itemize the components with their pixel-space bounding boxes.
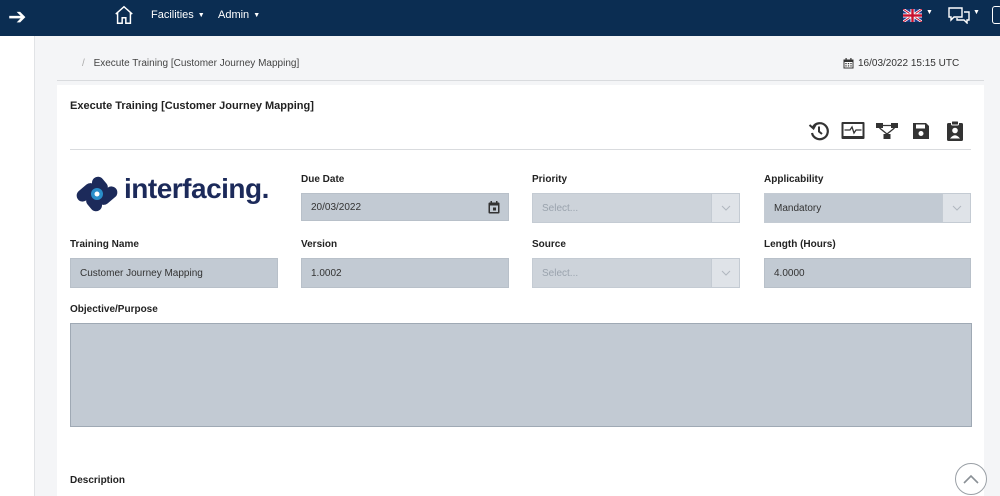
workflow-icon [876, 123, 898, 139]
breadcrumb-current[interactable]: Execute Training [Customer Journey Mappi… [94, 58, 300, 69]
training-name-value: Customer Journey Mapping [80, 267, 203, 279]
priority-select[interactable]: Select... [532, 193, 740, 223]
chevron-down-icon[interactable]: ▼ [973, 9, 980, 16]
version-value: 1.0002 [311, 267, 342, 279]
source-placeholder: Select... [532, 258, 712, 288]
calendar-icon[interactable] [488, 201, 500, 214]
menu-admin-label: Admin [218, 9, 250, 21]
company-logo: interfacing. [72, 169, 272, 219]
priority-label: Priority [532, 174, 568, 185]
top-navbar: ➔ Facilities ▼ Admin ▼ ▼ ▼ [0, 0, 1000, 36]
history-button[interactable] [807, 119, 831, 143]
due-date-field[interactable]: 20/03/2022 [301, 193, 509, 221]
length-label: Length (Hours) [764, 239, 836, 250]
source-dropdown-button[interactable] [712, 258, 740, 288]
history-icon [808, 122, 829, 141]
page-title: Execute Training [Customer Journey Mappi… [70, 100, 314, 112]
datetime-text: 16/03/2022 15:15 UTC [858, 58, 960, 69]
source-select[interactable]: Select... [532, 258, 740, 288]
menu-admin[interactable]: Admin ▼ [218, 9, 260, 21]
calendar-icon [843, 58, 854, 69]
length-value: 4.0000 [774, 267, 805, 279]
divider [57, 80, 984, 81]
training-form-card: Execute Training [Customer Journey Mappi… [57, 85, 984, 496]
description-label: Description [70, 475, 126, 486]
workflow-button[interactable] [875, 119, 899, 143]
window-icon[interactable] [992, 6, 1000, 24]
save-button[interactable] [909, 119, 933, 143]
training-name-label: Training Name [70, 239, 139, 250]
training-name-field[interactable]: Customer Journey Mapping [70, 258, 278, 288]
version-label: Version [301, 239, 338, 250]
priority-dropdown-button[interactable] [712, 193, 740, 223]
applicability-dropdown-button[interactable] [943, 193, 971, 223]
due-date-value: 20/03/2022 [311, 201, 362, 213]
objective-textarea[interactable] [70, 323, 972, 427]
length-field[interactable]: 4.0000 [764, 258, 971, 288]
save-icon [913, 123, 929, 139]
source-label: Source [532, 239, 566, 250]
menu-facilities[interactable]: Facilities ▼ [151, 9, 205, 21]
chevron-down-icon: ▼ [197, 11, 205, 19]
divider [70, 149, 971, 150]
objective-label: Objective/Purpose [70, 304, 158, 315]
chevron-down-icon [721, 270, 730, 276]
chevron-down-icon[interactable]: ▼ [926, 9, 933, 16]
version-field[interactable]: 1.0002 [301, 258, 509, 288]
assign-button[interactable] [943, 119, 967, 143]
current-datetime: 16/03/2022 15:15 UTC [843, 58, 959, 69]
toolbar [807, 119, 967, 143]
chat-icon[interactable] [947, 6, 971, 24]
chevron-down-icon [721, 205, 730, 211]
applicability-select[interactable]: Mandatory [764, 193, 971, 223]
logo-text: interfacing. [124, 173, 269, 204]
uk-flag-icon[interactable] [903, 9, 922, 22]
breadcrumb-separator: / [82, 58, 85, 69]
scroll-to-top-button[interactable] [955, 463, 987, 495]
expand-sidebar-arrow-icon[interactable]: ➔ [8, 5, 30, 29]
interfacing-logo-icon [76, 176, 118, 212]
menu-facilities-label: Facilities [151, 9, 194, 21]
chevron-up-icon [963, 474, 979, 484]
chevron-down-icon: ▼ [253, 11, 261, 19]
priority-placeholder: Select... [532, 193, 712, 223]
clipboard-user-icon [947, 120, 963, 141]
breadcrumb: / Execute Training [Customer Journey Map… [82, 58, 299, 69]
activity-monitor-button[interactable] [841, 119, 865, 143]
home-icon[interactable] [113, 4, 135, 26]
applicability-label: Applicability [764, 174, 824, 185]
chevron-down-icon [952, 205, 961, 211]
left-sidebar [0, 36, 35, 496]
due-date-label: Due Date [301, 174, 345, 185]
applicability-value: Mandatory [764, 193, 943, 223]
activity-monitor-icon [841, 122, 865, 139]
